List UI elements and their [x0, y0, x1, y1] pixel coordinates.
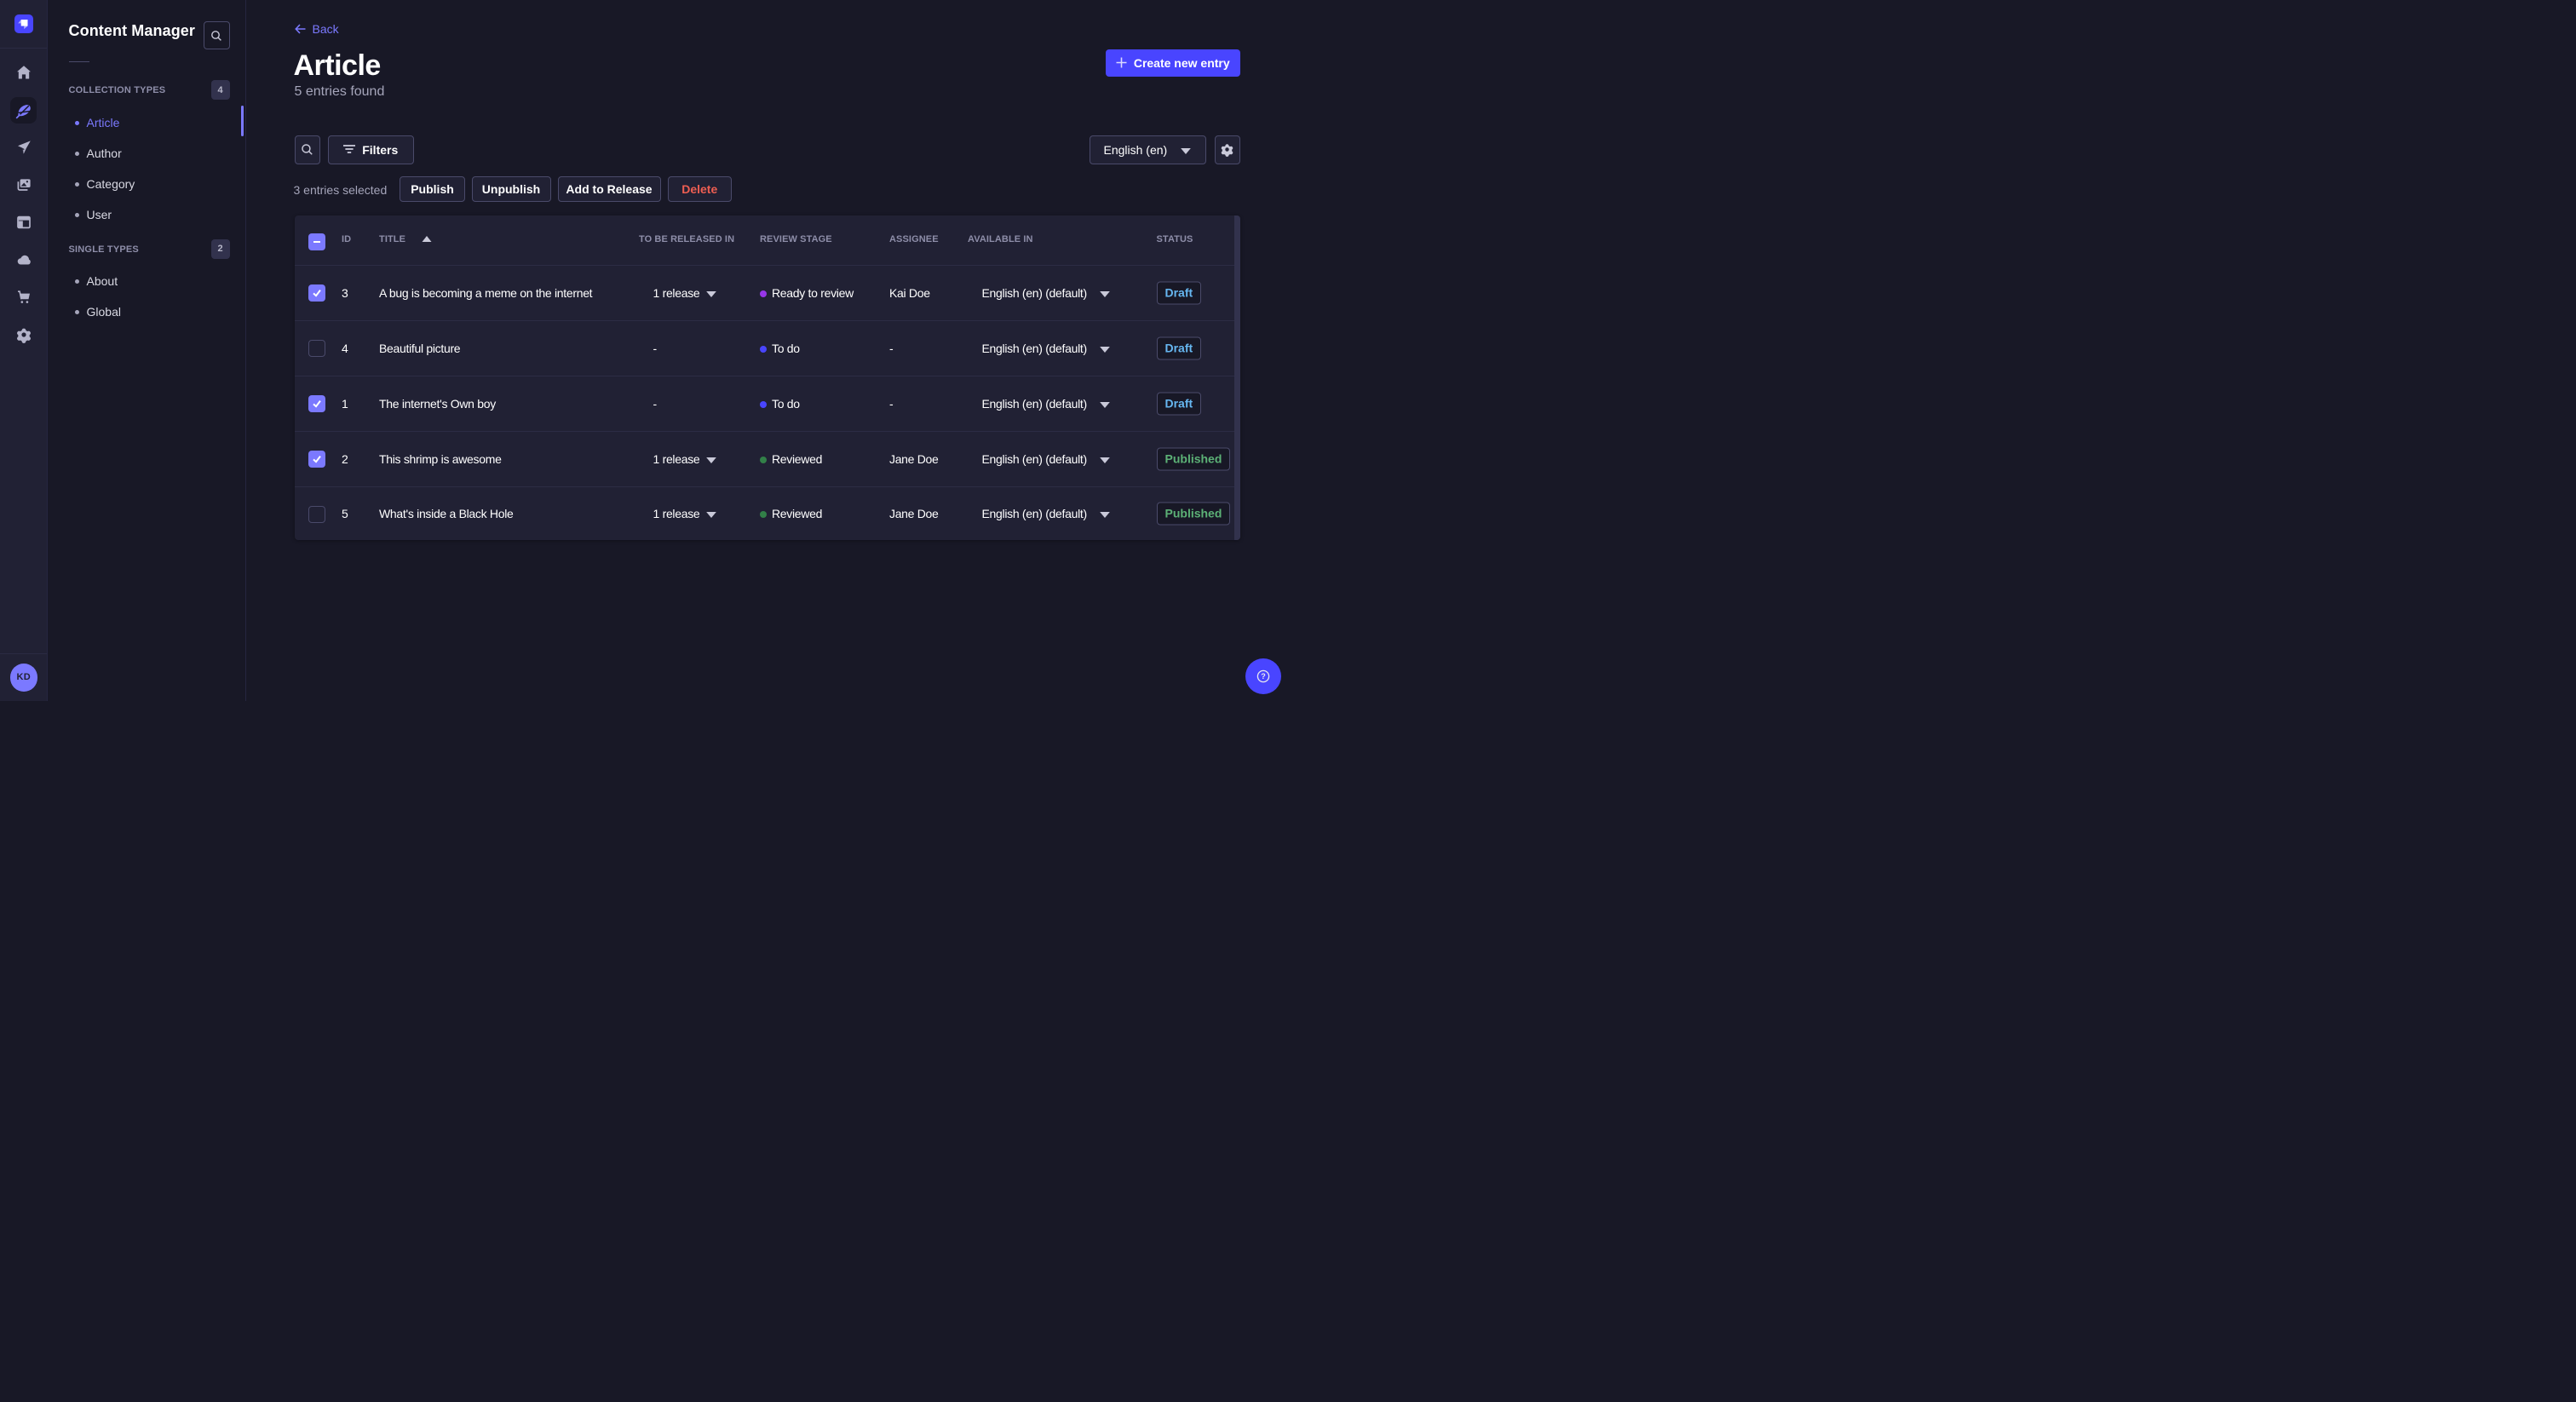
- svg-text:?: ?: [1261, 672, 1266, 681]
